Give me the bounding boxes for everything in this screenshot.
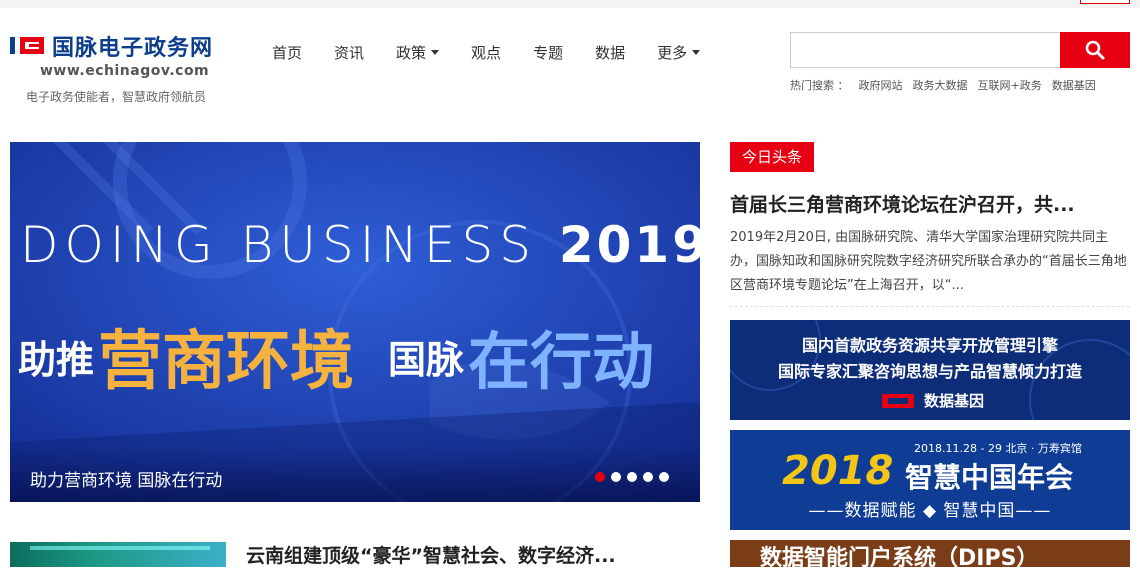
nav-item-policy[interactable]: 政策 bbox=[396, 42, 440, 63]
ad-title: 智慧中国年会 bbox=[905, 461, 1074, 494]
nav-item-label: 资讯 bbox=[334, 43, 365, 62]
banner-title-year: 2019 bbox=[558, 216, 700, 274]
carousel-dot[interactable] bbox=[595, 472, 605, 482]
banner-title-light: DOING BUSINESS bbox=[20, 216, 537, 274]
search-input[interactable] bbox=[790, 32, 1060, 68]
site-logo[interactable]: 国脉电子政务网 www.echinagov.com 电子政务使能者，智慧政府领航… bbox=[10, 28, 230, 108]
hot-search-term[interactable]: 政府网站 bbox=[859, 77, 903, 93]
thumbnail-glow bbox=[30, 546, 210, 550]
banner-slogan: 助推 营商环境 国脉 在行动 bbox=[18, 310, 654, 402]
nav-item-label: 首页 bbox=[272, 43, 303, 62]
banner-slogan-part: 助推 bbox=[18, 337, 95, 382]
banner-title-en: DOING BUSINESS 2019 bbox=[20, 216, 700, 274]
ad-brand-name: 数据基因 bbox=[924, 392, 985, 410]
ad-line: 国内首款政务资源共享开放管理引擎 bbox=[801, 336, 1058, 355]
carousel-dots bbox=[595, 472, 675, 482]
nav-item-opinion[interactable]: 观点 bbox=[471, 42, 501, 63]
banner-slogan-highlight: 在行动 bbox=[468, 325, 655, 398]
ad-line: 国际专家汇聚咨询思想与产品智慧倾力打造 bbox=[777, 362, 1082, 381]
carousel-dot[interactable] bbox=[643, 472, 653, 482]
hot-search-term[interactable]: 数据基因 bbox=[1052, 77, 1096, 93]
ad-data-gene[interactable]: 国内首款政务资源共享开放管理引擎 国际专家汇聚咨询思想与产品智慧倾力打造 数据基… bbox=[730, 320, 1130, 420]
nav-item-label: 数据 bbox=[595, 43, 626, 62]
banner-caption[interactable]: 助力营商环境 国脉在行动 bbox=[30, 466, 222, 491]
ad-brand: 数据基因 bbox=[880, 390, 984, 411]
banner-slogan-highlight: 营商环境 bbox=[98, 325, 355, 399]
logo-icon bbox=[10, 37, 44, 54]
top-strip bbox=[0, 0, 1140, 8]
hot-search-term[interactable]: 互联网+政务 bbox=[978, 77, 1042, 93]
hot-search-label: 热门搜索 ： bbox=[790, 79, 849, 92]
nav-item-label: 观点 bbox=[471, 43, 502, 62]
ad-dips[interactable]: 数据智能门户系统（DIPS） bbox=[730, 540, 1130, 567]
nav-item-more[interactable]: 更多 bbox=[657, 42, 701, 63]
carousel-dot[interactable] bbox=[627, 472, 637, 482]
headline-summary: 2019年2月20日, 由国脉研究院、清华大学国家治理研究院共同主办，国脉知政和… bbox=[730, 230, 1127, 293]
data-gene-logo-icon bbox=[882, 393, 914, 408]
nav-item-label: 专题 bbox=[533, 43, 564, 62]
search-icon bbox=[1085, 40, 1105, 60]
logo-slogan: 电子政务使能者，智慧政府领航员 bbox=[26, 90, 207, 104]
caret-down-icon bbox=[692, 49, 701, 55]
nav-item-data[interactable]: 数据 bbox=[595, 42, 625, 63]
banner-slogan-part: 国脉 bbox=[388, 337, 465, 382]
search-bar bbox=[790, 32, 1130, 68]
caret-down-icon bbox=[431, 49, 440, 55]
nav-item-label: 政策 bbox=[396, 43, 427, 62]
ad-year: 2018 bbox=[782, 448, 894, 494]
carousel-dot[interactable] bbox=[611, 472, 621, 482]
ad-title: 数据智能门户系统（DIPS） bbox=[760, 546, 1039, 567]
nav-item-home[interactable]: 首页 bbox=[272, 42, 302, 63]
ad-subtitle: ——数据赋能 ◆ 智慧中国—— bbox=[808, 501, 1052, 521]
ad-smart-china-conference[interactable]: 2018.11.28 - 29 北京 · 万寿宾馆 2018 智慧中国年会 ——… bbox=[730, 430, 1130, 530]
nav-item-news[interactable]: 资讯 bbox=[334, 42, 364, 63]
hot-search-term[interactable]: 政务大数据 bbox=[913, 77, 968, 93]
top-tab[interactable] bbox=[1080, 0, 1130, 4]
news-thumbnail[interactable] bbox=[10, 542, 226, 567]
banner-carousel[interactable]: DOING BUSINESS 2019 助推 营商环境 国脉 在行动 助力营商环… bbox=[10, 142, 700, 502]
headline-title[interactable]: 首届长三角营商环境论坛在沪召开，共... bbox=[730, 190, 1130, 217]
nav-item-label: 更多 bbox=[657, 43, 688, 62]
carousel-dot[interactable] bbox=[659, 472, 669, 482]
news-title[interactable]: 云南组建顶级“豪华”智慧社会、数字经济... bbox=[246, 541, 616, 568]
hot-search: 热门搜索 ： 政府网站 政务大数据 互联网+政务 数据基因 bbox=[790, 77, 1106, 93]
today-headline-tag: 今日头条 bbox=[730, 142, 815, 172]
logo-title: 国脉电子政务网 bbox=[52, 36, 214, 61]
nav-item-topics[interactable]: 专题 bbox=[533, 42, 563, 63]
main-nav: 首页 资讯 政策 观点 专题 数据 更多 bbox=[256, 40, 716, 64]
logo-url: www.echinagov.com bbox=[40, 63, 210, 79]
ad-date: 2018.11.28 - 29 北京 · 万寿宾馆 bbox=[914, 442, 1082, 455]
divider bbox=[730, 306, 1130, 307]
search-button[interactable] bbox=[1060, 32, 1130, 68]
